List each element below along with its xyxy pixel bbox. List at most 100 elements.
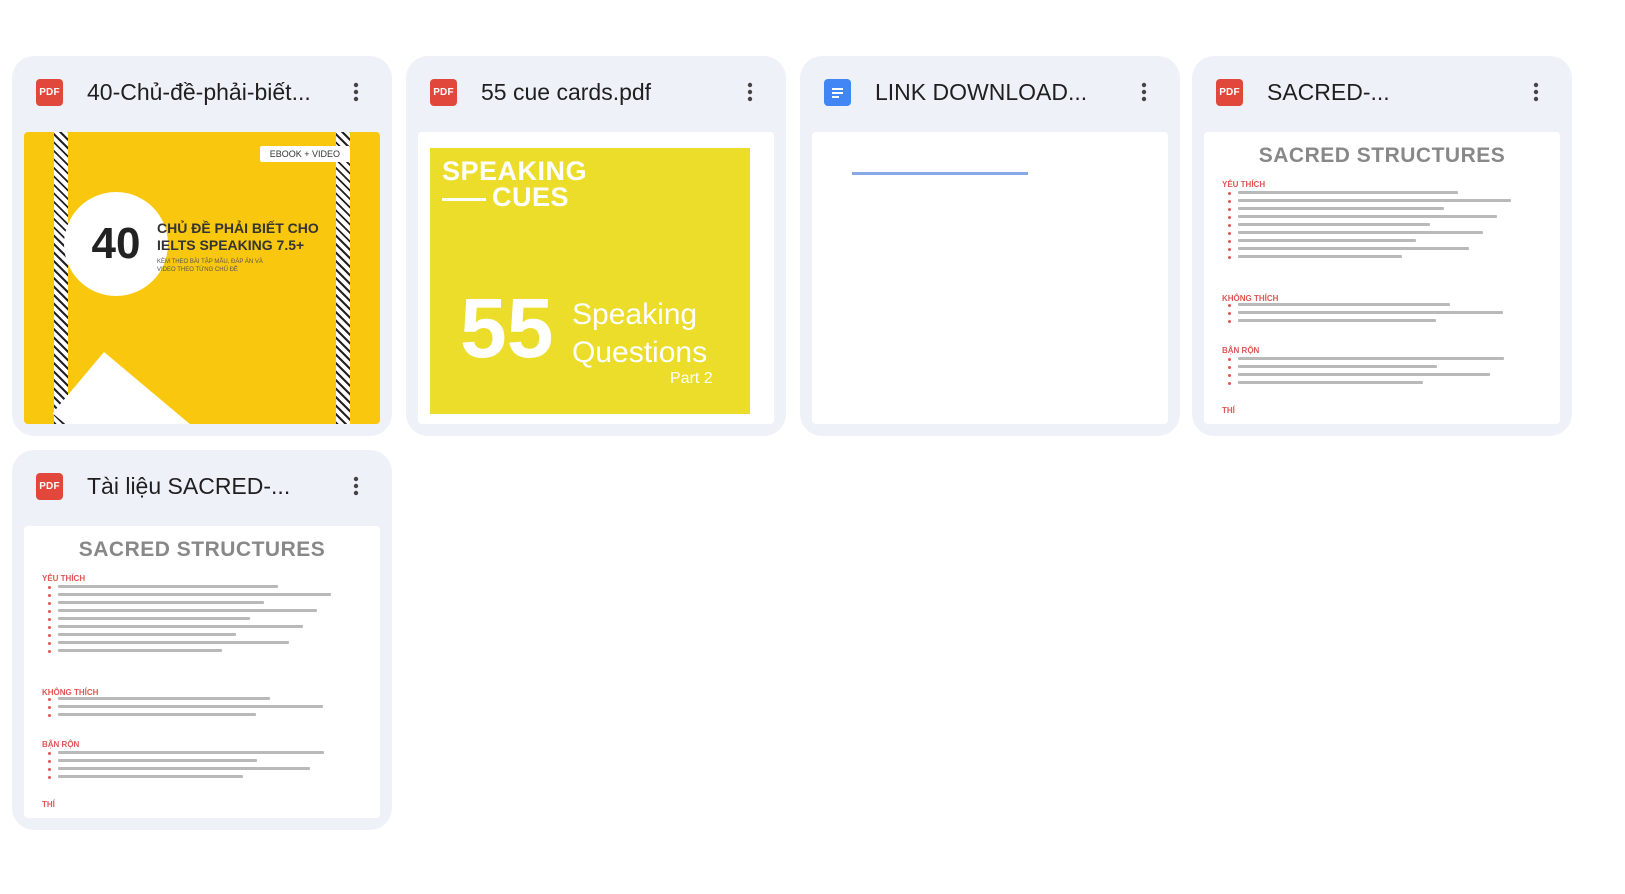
file-title: LINK DOWNLOAD... [875,78,1088,105]
thumb-cover: SPEAKING CUES 55 Speaking Questions Part… [430,148,750,414]
thumb-bullet [1228,208,1231,211]
thumb-bullet [48,698,51,701]
thumb-text-line [58,601,264,604]
thumb-bullet [48,714,51,717]
file-title: Tài liệu SACRED-... [87,472,291,499]
thumb-text-line [1238,381,1423,384]
thumb-text-line [58,593,331,596]
thumb-text-line [58,633,236,636]
thumb-text-line [58,705,323,708]
thumb-text-line [1238,231,1483,234]
thumb-bullet [48,618,51,621]
file-thumbnail[interactable]: SPEAKING CUES 55 Speaking Questions Part… [418,132,774,424]
more-vert-icon[interactable] [1126,74,1162,110]
file-card-header[interactable]: LINK DOWNLOAD... [800,56,1180,128]
thumb-text-line [1238,373,1490,376]
thumb-section-label: YÊU THÍCH [1222,180,1266,189]
thumb-section-label: YÊU THÍCH [42,574,86,583]
thumb-text-line [1238,223,1430,226]
thumb-bullet [1228,374,1231,377]
thumb-section-label: THÍ [42,800,55,809]
thumb-bullet [1228,256,1231,259]
thumb-text-line [1238,303,1450,306]
file-thumbnail[interactable] [812,132,1168,424]
thumb-text-line [58,617,250,620]
docs-file-icon [824,78,851,106]
thumb-bullet [48,610,51,613]
thumb-text-line [1238,255,1402,258]
thumb-text-line [58,759,257,762]
thumb-bullet [1228,200,1231,203]
pdf-file-icon: PDF [1216,78,1243,106]
thumb-bullet [1228,320,1231,323]
file-card[interactable]: PDF SACRED-... SACRED STRUCTURES YÊU THÍ… [1192,56,1572,436]
more-vert-icon[interactable] [338,74,374,110]
file-card[interactable]: PDF Tài liệu SACRED-... SACRED STRUCTURE… [12,450,392,830]
thumb-text-line [58,585,278,588]
thumb-heading: CHỦ ĐỀ PHẢI BIẾT CHO IELTS SPEAKING 7.5+ [157,220,319,253]
thumb-subtitle: KÈM THEO BÀI TẬP MẪU, ĐÁP ÁN VÀ VIDEO TH… [157,259,263,273]
thumb-bullet [48,752,51,755]
thumb-bullet [1228,240,1231,243]
file-card[interactable]: PDF 55 cue cards.pdf SPEAKING CUES 55 Sp… [406,56,786,436]
thumb-text-line [1238,239,1416,242]
file-card-header[interactable]: PDF Tài liệu SACRED-... [12,450,392,522]
thumb-border-decoration [54,132,68,424]
thumb-link-line [852,172,1028,175]
thumb-bullet [1228,312,1231,315]
more-vert-icon[interactable] [732,74,768,110]
thumb-bullet [48,776,51,779]
thumb-bullet [1228,216,1231,219]
file-card[interactable]: PDF 40-Chủ-đề-phải-biết... EBOOK + VIDEO… [12,56,392,436]
thumb-text-line [58,775,243,778]
thumb-bullet [1228,358,1231,361]
file-thumbnail[interactable]: EBOOK + VIDEO 40 CHỦ ĐỀ PHẢI BIẾT CHO IE… [24,132,380,424]
thumb-section-label: KHÔNG THÍCH [1222,294,1279,303]
thumb-bullet [1228,382,1231,385]
thumb-text-line [58,625,303,628]
thumb-text-line [58,713,256,716]
thumb-bullet [48,594,51,597]
file-title: SACRED-... [1267,78,1390,105]
file-card-header[interactable]: PDF SACRED-... [1192,56,1572,128]
thumb-text-line [58,649,222,652]
thumb-text-line [58,697,270,700]
thumb-text-line [1238,319,1436,322]
thumb-text-line [1238,199,1511,202]
thumb-bullet [1228,248,1231,251]
thumb-text-line [58,609,317,612]
file-thumbnail[interactable]: SACRED STRUCTURES YÊU THÍCH KHÔNG THÍCH … [24,526,380,818]
file-card-header[interactable]: PDF 40-Chủ-đề-phải-biết... [12,56,392,128]
thumb-bullet [1228,192,1231,195]
file-thumbnail[interactable]: SACRED STRUCTURES YÊU THÍCH KHÔNG THÍCH … [1204,132,1560,424]
thumb-bullet [48,768,51,771]
thumb-section-label: BẬN RỘN [42,740,80,749]
file-card-header[interactable]: PDF 55 cue cards.pdf [406,56,786,128]
more-vert-icon[interactable] [1518,74,1554,110]
file-card[interactable]: LINK DOWNLOAD... [800,56,1180,436]
thumb-bullet [1228,304,1231,307]
file-title: 40-Chủ-đề-phải-biết... [87,78,311,105]
thumb-section-label: THÍ [1222,406,1235,415]
thumb-heading: SACRED STRUCTURES [1258,144,1506,167]
more-vert-icon[interactable] [338,468,374,504]
thumb-text-line [1238,357,1504,360]
thumb-text-line [1238,365,1437,368]
thumb-text-line [58,751,324,754]
thumb-bullet [48,706,51,709]
thumb-dash [442,198,486,201]
thumb-decoration [52,352,357,424]
thumb-heading: CUES [492,182,570,212]
thumb-subtitle: Speaking Questions [572,298,708,369]
thumb-border-decoration [336,132,350,424]
thumb-text-line [1238,311,1503,314]
thumb-section-label: BẬN RỘN [1222,346,1260,355]
thumb-text-line [1238,215,1497,218]
thumb-heading: SACRED STRUCTURES [78,538,326,561]
thumb-bullet [48,634,51,637]
thumb-bullet [1228,232,1231,235]
thumb-bullet [48,650,51,653]
thumb-text-line [1238,247,1469,250]
thumb-text-line [1238,207,1444,210]
thumb-text-line [1238,191,1458,194]
